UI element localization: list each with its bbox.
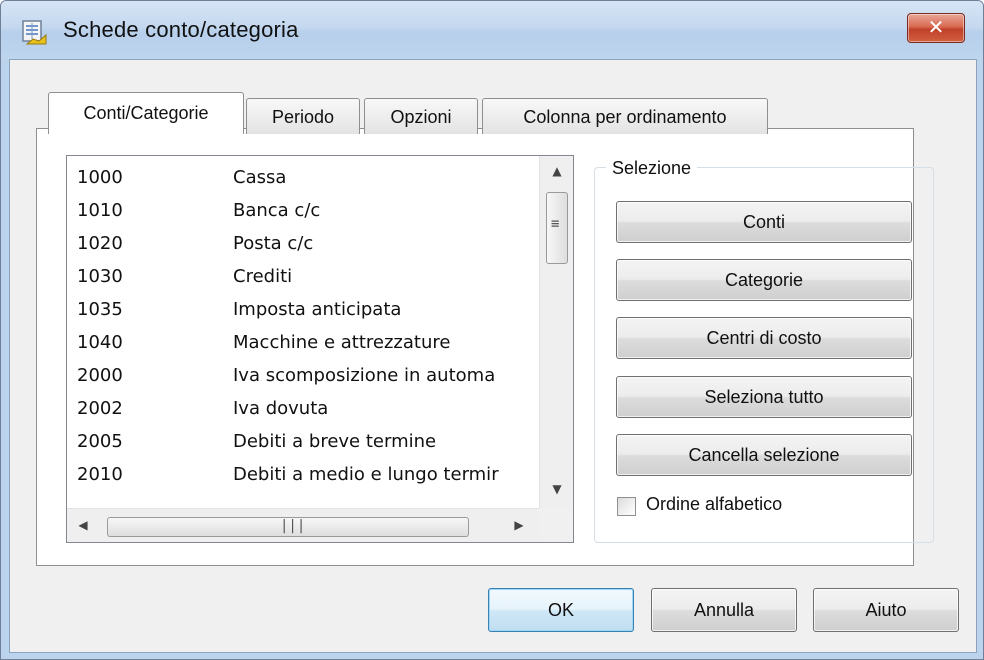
grip-icon: |||	[280, 518, 306, 534]
seleziona-tutto-button-label: Seleziona tutto	[704, 387, 824, 407]
seleziona-tutto-button[interactable]: Seleziona tutto	[616, 376, 912, 418]
conti-button-label: Conti	[742, 212, 786, 232]
horizontal-scroll-thumb[interactable]: |||	[107, 517, 469, 537]
selection-group-label: Selezione	[606, 158, 698, 179]
scroll-up-arrow-icon[interactable]: ▲	[547, 164, 567, 178]
ok-button-label: OK	[547, 600, 574, 620]
scroll-down-arrow-icon[interactable]: ▼	[547, 482, 567, 496]
categorie-button-label: Categorie	[724, 270, 804, 290]
accounts-listbox[interactable]: 1000 Cassa 1010 Banca c/c 1020 Posta c/c 10…	[66, 155, 574, 543]
ok-button[interactable]: OK	[488, 588, 634, 632]
tab-conti-categorie[interactable]: Conti/Categorie	[48, 92, 244, 134]
tab-periodo[interactable]: Periodo	[246, 98, 360, 134]
vertical-scroll-thumb[interactable]: ≡	[546, 192, 568, 264]
cancella-selezione-button[interactable]: Cancella selezione	[616, 434, 912, 476]
aiuto-button-label: Aiuto	[865, 600, 907, 620]
centri-di-costo-button[interactable]: Centri di costo	[616, 317, 912, 359]
scroll-right-arrow-icon[interactable]: ▶	[509, 518, 529, 532]
ordine-alfabetico-checkbox[interactable]	[617, 497, 636, 516]
categorie-button[interactable]: Categorie	[616, 259, 912, 301]
centri-di-costo-button-label: Centri di costo	[706, 328, 822, 348]
tab-opzioni[interactable]: Opzioni	[364, 98, 478, 134]
close-button[interactable]: ✕	[907, 13, 965, 43]
vertical-scrollbar[interactable]: ▲ ≡ ▼	[539, 156, 573, 508]
title-bar[interactable]: Schede conto/categoria ✕	[1, 1, 983, 59]
grip-icon: ≡	[551, 216, 560, 232]
ordine-alfabetico-label[interactable]: Ordine alfabetico	[646, 494, 782, 515]
annulla-button[interactable]: Annulla	[651, 588, 797, 632]
close-icon: ✕	[927, 15, 945, 39]
cancella-selezione-button-label: Cancella selezione	[688, 445, 840, 465]
conti-button[interactable]: Conti	[616, 201, 912, 243]
annulla-button-label: Annulla	[693, 600, 755, 620]
tab-colonna-ordinamento[interactable]: Colonna per ordinamento	[482, 98, 768, 134]
window-title: Schede conto/categoria	[63, 17, 299, 42]
app-icon	[22, 20, 47, 45]
aiuto-button[interactable]: Aiuto	[813, 588, 959, 632]
horizontal-scrollbar[interactable]: ◀ ||| ▶	[67, 508, 539, 542]
scroll-corner	[539, 508, 573, 542]
scroll-left-arrow-icon[interactable]: ◀	[73, 518, 93, 532]
